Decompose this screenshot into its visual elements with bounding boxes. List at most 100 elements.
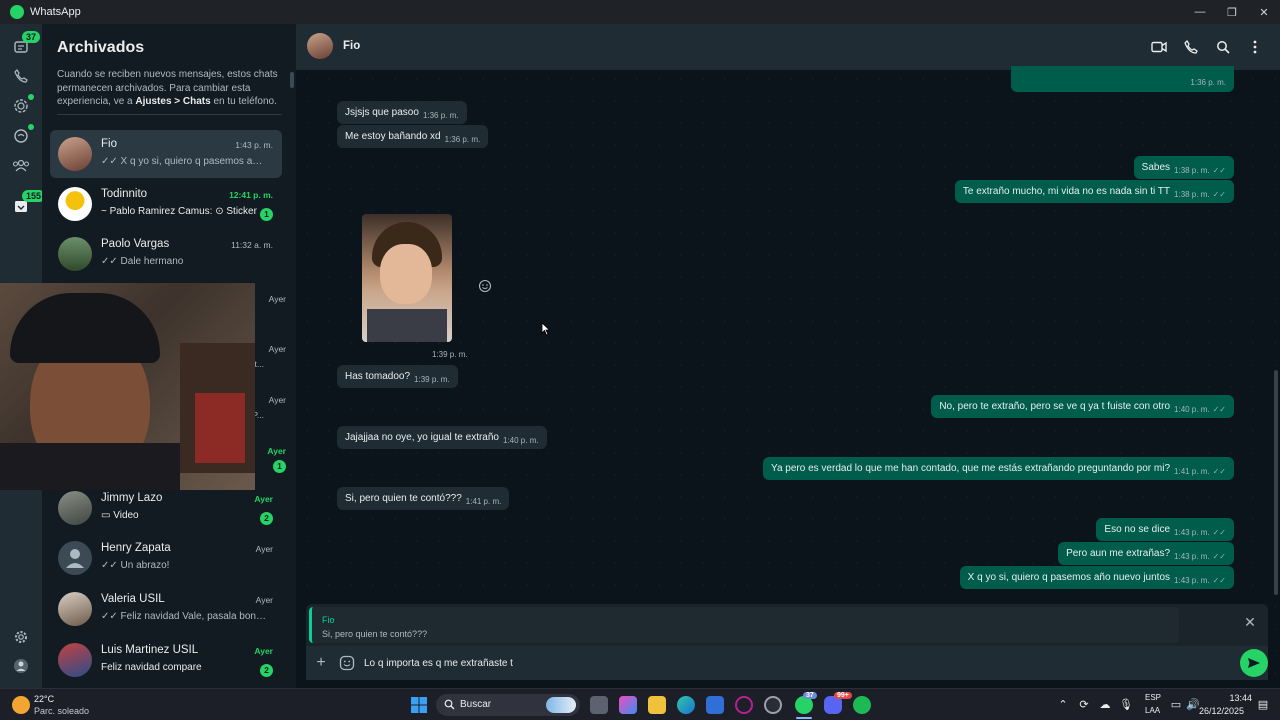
message-time: 1:36 p. m. [1190,78,1226,87]
task-view-icon[interactable] [590,696,608,714]
message-bubble-in[interactable]: Jajajjaa no oye, yo igual te extraño 1:40… [337,426,547,449]
chat-item-henry-zapata[interactable]: Henry Zapata Ayer ✓✓ Un abrazo! [50,534,282,582]
panel-title: Archivados [57,39,145,56]
video-call-icon[interactable] [1151,39,1167,55]
message-bubble-in[interactable]: Me estoy bañando xd 1:36 p. m. [337,125,489,148]
chat-preview: ✓✓ Dale hermano [101,256,184,267]
panel-scrollbar[interactable] [290,72,294,88]
start-windows-icon[interactable] [410,696,428,714]
message-input[interactable] [364,655,1224,671]
window-controls: — ❐ ✕ [1184,0,1280,24]
voice-call-icon[interactable] [1183,39,1199,55]
maximize-button[interactable]: ❐ [1216,0,1248,24]
tray-cloud-icon[interactable]: ☁ [1098,698,1112,712]
input-language[interactable]: ESP [1145,693,1161,702]
quoted-author: Fio [322,615,335,625]
weather-sun-icon[interactable] [12,696,30,714]
instagram-app-icon[interactable] [735,696,753,714]
spotify-app-icon[interactable] [853,696,871,714]
chat-item-fio[interactable]: Fio 1:43 p. m. ✓✓ X q yo si, quiero q pa… [50,130,282,178]
message-bubble-out[interactable]: Pero aun me extrañas? 1:43 p. m. ✓✓ [1058,542,1234,565]
panel-divider [57,114,282,115]
copilot-icon[interactable] [619,696,637,714]
emoji-sticker-icon[interactable] [338,654,356,672]
contact-avatar[interactable] [307,33,333,59]
close-reply-icon[interactable]: ✕ [1242,614,1258,630]
message-bubble-out[interactable]: Eso no se dice 1:43 p. m. ✓✓ [1096,518,1234,541]
reply-preview: Fio Si, pero quien te contó??? ✕ [306,604,1268,646]
message-text: Me estoy bañando xd [345,131,441,142]
whatsapp-taskbar-badge: 37 [803,692,817,699]
webcam-overlay [0,283,255,490]
weather-temp[interactable]: 22°C [34,694,54,704]
chat-preview: Feliz navidad compare [101,662,202,673]
microsoft-store-icon[interactable] [706,696,724,714]
conversation-header[interactable]: Fio [296,24,1280,70]
attach-plus-icon[interactable]: + [312,654,330,672]
react-emoji-icon[interactable] [478,279,492,293]
photo-shirt [367,309,447,342]
message-bubble-in[interactable]: Jsjsjs que pasoo 1:36 p. m. [337,101,467,124]
volume-icon[interactable]: 🔊 [1186,698,1200,712]
chat-time: Ayer [254,646,273,656]
message-bubble-out[interactable]: No, pero te extraño, pero se ve q ya t f… [931,395,1234,418]
chat-time: Ayer [267,446,286,456]
chat-preview: ✓✓ X q yo si, quiero q pasemos año nu... [101,156,266,167]
message-time: 1:38 p. m. [1174,166,1210,175]
message-text: Eso no se dice [1104,524,1171,535]
chat-name: Paolo Vargas [101,238,170,250]
communities-icon[interactable] [11,155,31,175]
clock-date[interactable]: 26/12/2025 [1199,706,1244,716]
chat-item-jimmy-lazo[interactable]: Jimmy Lazo Ayer ▭ Video 2 [50,484,282,532]
minimize-button[interactable]: — [1184,0,1216,24]
chat-item-paolo-vargas[interactable]: Paolo Vargas 11:32 a. m. ✓✓ Dale hermano [50,230,282,278]
file-explorer-icon[interactable] [648,696,666,714]
tray-sync-icon[interactable]: ⟳ [1077,698,1091,712]
chat-time: Ayer [255,595,273,605]
chat-time: Ayer [254,494,273,504]
close-window-button[interactable]: ✕ [1248,0,1280,24]
search-icon[interactable] [1215,39,1231,55]
read-receipt-icon: ✓✓ [1212,576,1226,585]
message-bubble-out[interactable]: 1:36 p. m. [1011,66,1234,92]
more-options-icon[interactable] [1247,39,1263,55]
tray-overflow-chevron-icon[interactable]: ⌃ [1056,698,1070,712]
edge-browser-icon[interactable] [677,696,695,714]
chat-time: 11:32 a. m. [231,240,273,250]
message-bubble-in[interactable]: Has tomadoo? 1:39 p. m. [337,365,458,388]
message-text: Ya pero es verdad lo que me han contado,… [771,463,1171,474]
message-text: Si, pero quien te contó??? [345,493,462,504]
unread-badge: 2 [260,664,273,677]
photo-message-image[interactable] [362,214,452,342]
quoted-message[interactable]: Fio Si, pero quien te contó??? [309,607,1179,643]
chat-item-valeria-usil[interactable]: Valeria USIL Ayer ✓✓ Feliz navidad Vale,… [50,585,282,633]
chat-item-luis-martinez-usil[interactable]: Luis Martinez USIL Ayer Feliz navidad co… [50,636,282,684]
chat-name: Fio [101,138,117,150]
settings-gear-icon[interactable] [11,627,31,647]
calls-icon[interactable] [11,66,31,86]
weather-desc[interactable]: Parc. soleado [34,706,89,716]
chat-item-todinnito[interactable]: Todinnito 12:41 p. m. ~ Pablo Ramirez Ca… [50,180,282,228]
conversation-scrollbar[interactable] [1274,370,1278,595]
message-bubble-out[interactable]: Sabes 1:38 p. m. ✓✓ [1133,156,1234,179]
notifications-icon[interactable]: ▤ [1256,698,1270,712]
mouse-cursor-icon [541,322,551,336]
message-bubble-out[interactable]: Ya pero es verdad lo que me han contado,… [763,457,1234,480]
network-icon[interactable]: ▭ [1169,698,1183,712]
photo-face [380,244,432,304]
status-dot [28,94,34,100]
message-text: Te extraño mucho, mi vida no es nada sin… [962,186,1171,197]
send-button[interactable] [1240,649,1268,677]
profile-avatar-icon[interactable] [11,656,31,676]
message-bubble-out[interactable]: X q yo si, quiero q pasemos año nuevo ju… [959,566,1234,589]
tray-microphone-icon[interactable]: 🎙 [1119,698,1133,712]
taskbar-search[interactable]: Buscar [436,694,580,716]
github-app-icon[interactable] [764,696,782,714]
contact-name[interactable]: Fio [343,40,360,52]
clock-time[interactable]: 13:44 [1228,693,1252,703]
message-bubble-out[interactable]: Te extraño mucho, mi vida no es nada sin… [954,180,1234,203]
keyboard-layout[interactable]: LAA [1145,706,1160,715]
message-time: 1:38 p. m. [1174,190,1210,199]
message-bubble-in[interactable]: Si, pero quien te contó??? 1:41 p. m. [337,487,510,510]
read-receipt-icon: ✓✓ [1212,190,1226,199]
